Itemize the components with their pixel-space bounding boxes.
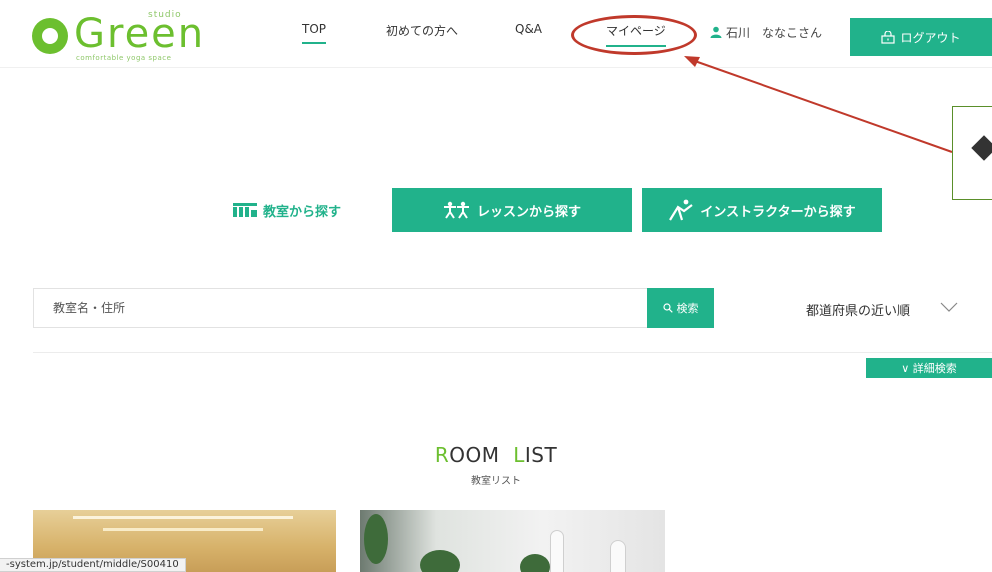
- status-url: -system.jp/student/middle/S00410: [0, 558, 186, 572]
- title-ist: IST: [524, 443, 558, 467]
- search-input[interactable]: [34, 289, 647, 327]
- room-list-subtitle: 教室リスト: [471, 476, 521, 487]
- building-icon: [232, 203, 257, 217]
- sort-select[interactable]: 都道府県の近い順: [806, 300, 910, 319]
- plant-image: [420, 550, 460, 572]
- search-button[interactable]: 検索: [647, 288, 714, 328]
- plant-image: [520, 554, 550, 572]
- title-letter-l: L: [513, 443, 525, 467]
- room-list-title: ROOM LIST: [0, 443, 992, 467]
- title-oom: OOM: [449, 443, 500, 467]
- tab-lesson[interactable]: レッスンから探す: [392, 188, 632, 232]
- plant-image: [364, 514, 388, 564]
- tab-instructor[interactable]: インストラクターから探す: [642, 188, 882, 232]
- search-box: [33, 288, 647, 328]
- tab-lesson-label: レッスンから探す: [476, 204, 581, 220]
- detail-search-button[interactable]: ∨ 詳細検索: [866, 358, 992, 378]
- room-thumbnail-2[interactable]: [360, 510, 665, 572]
- tab-instructor-label: インストラクターから探す: [700, 204, 856, 220]
- divider: [33, 352, 992, 353]
- chevron-down-icon[interactable]: [940, 302, 958, 312]
- diamond-icon: [971, 135, 992, 161]
- title-letter-r: R: [434, 443, 450, 467]
- pillar-image: [610, 540, 626, 572]
- pillar-image: [550, 530, 564, 572]
- annotation-arrow: [684, 56, 953, 153]
- search-button-label: 検索: [676, 302, 699, 315]
- tab-room[interactable]: 教室から探す: [202, 188, 372, 232]
- search-icon: [662, 303, 673, 313]
- annotation-callout: [952, 106, 992, 200]
- yoga-pose-icon: [669, 199, 694, 221]
- tab-room-label: 教室から探す: [262, 204, 341, 220]
- people-icon: [443, 201, 469, 219]
